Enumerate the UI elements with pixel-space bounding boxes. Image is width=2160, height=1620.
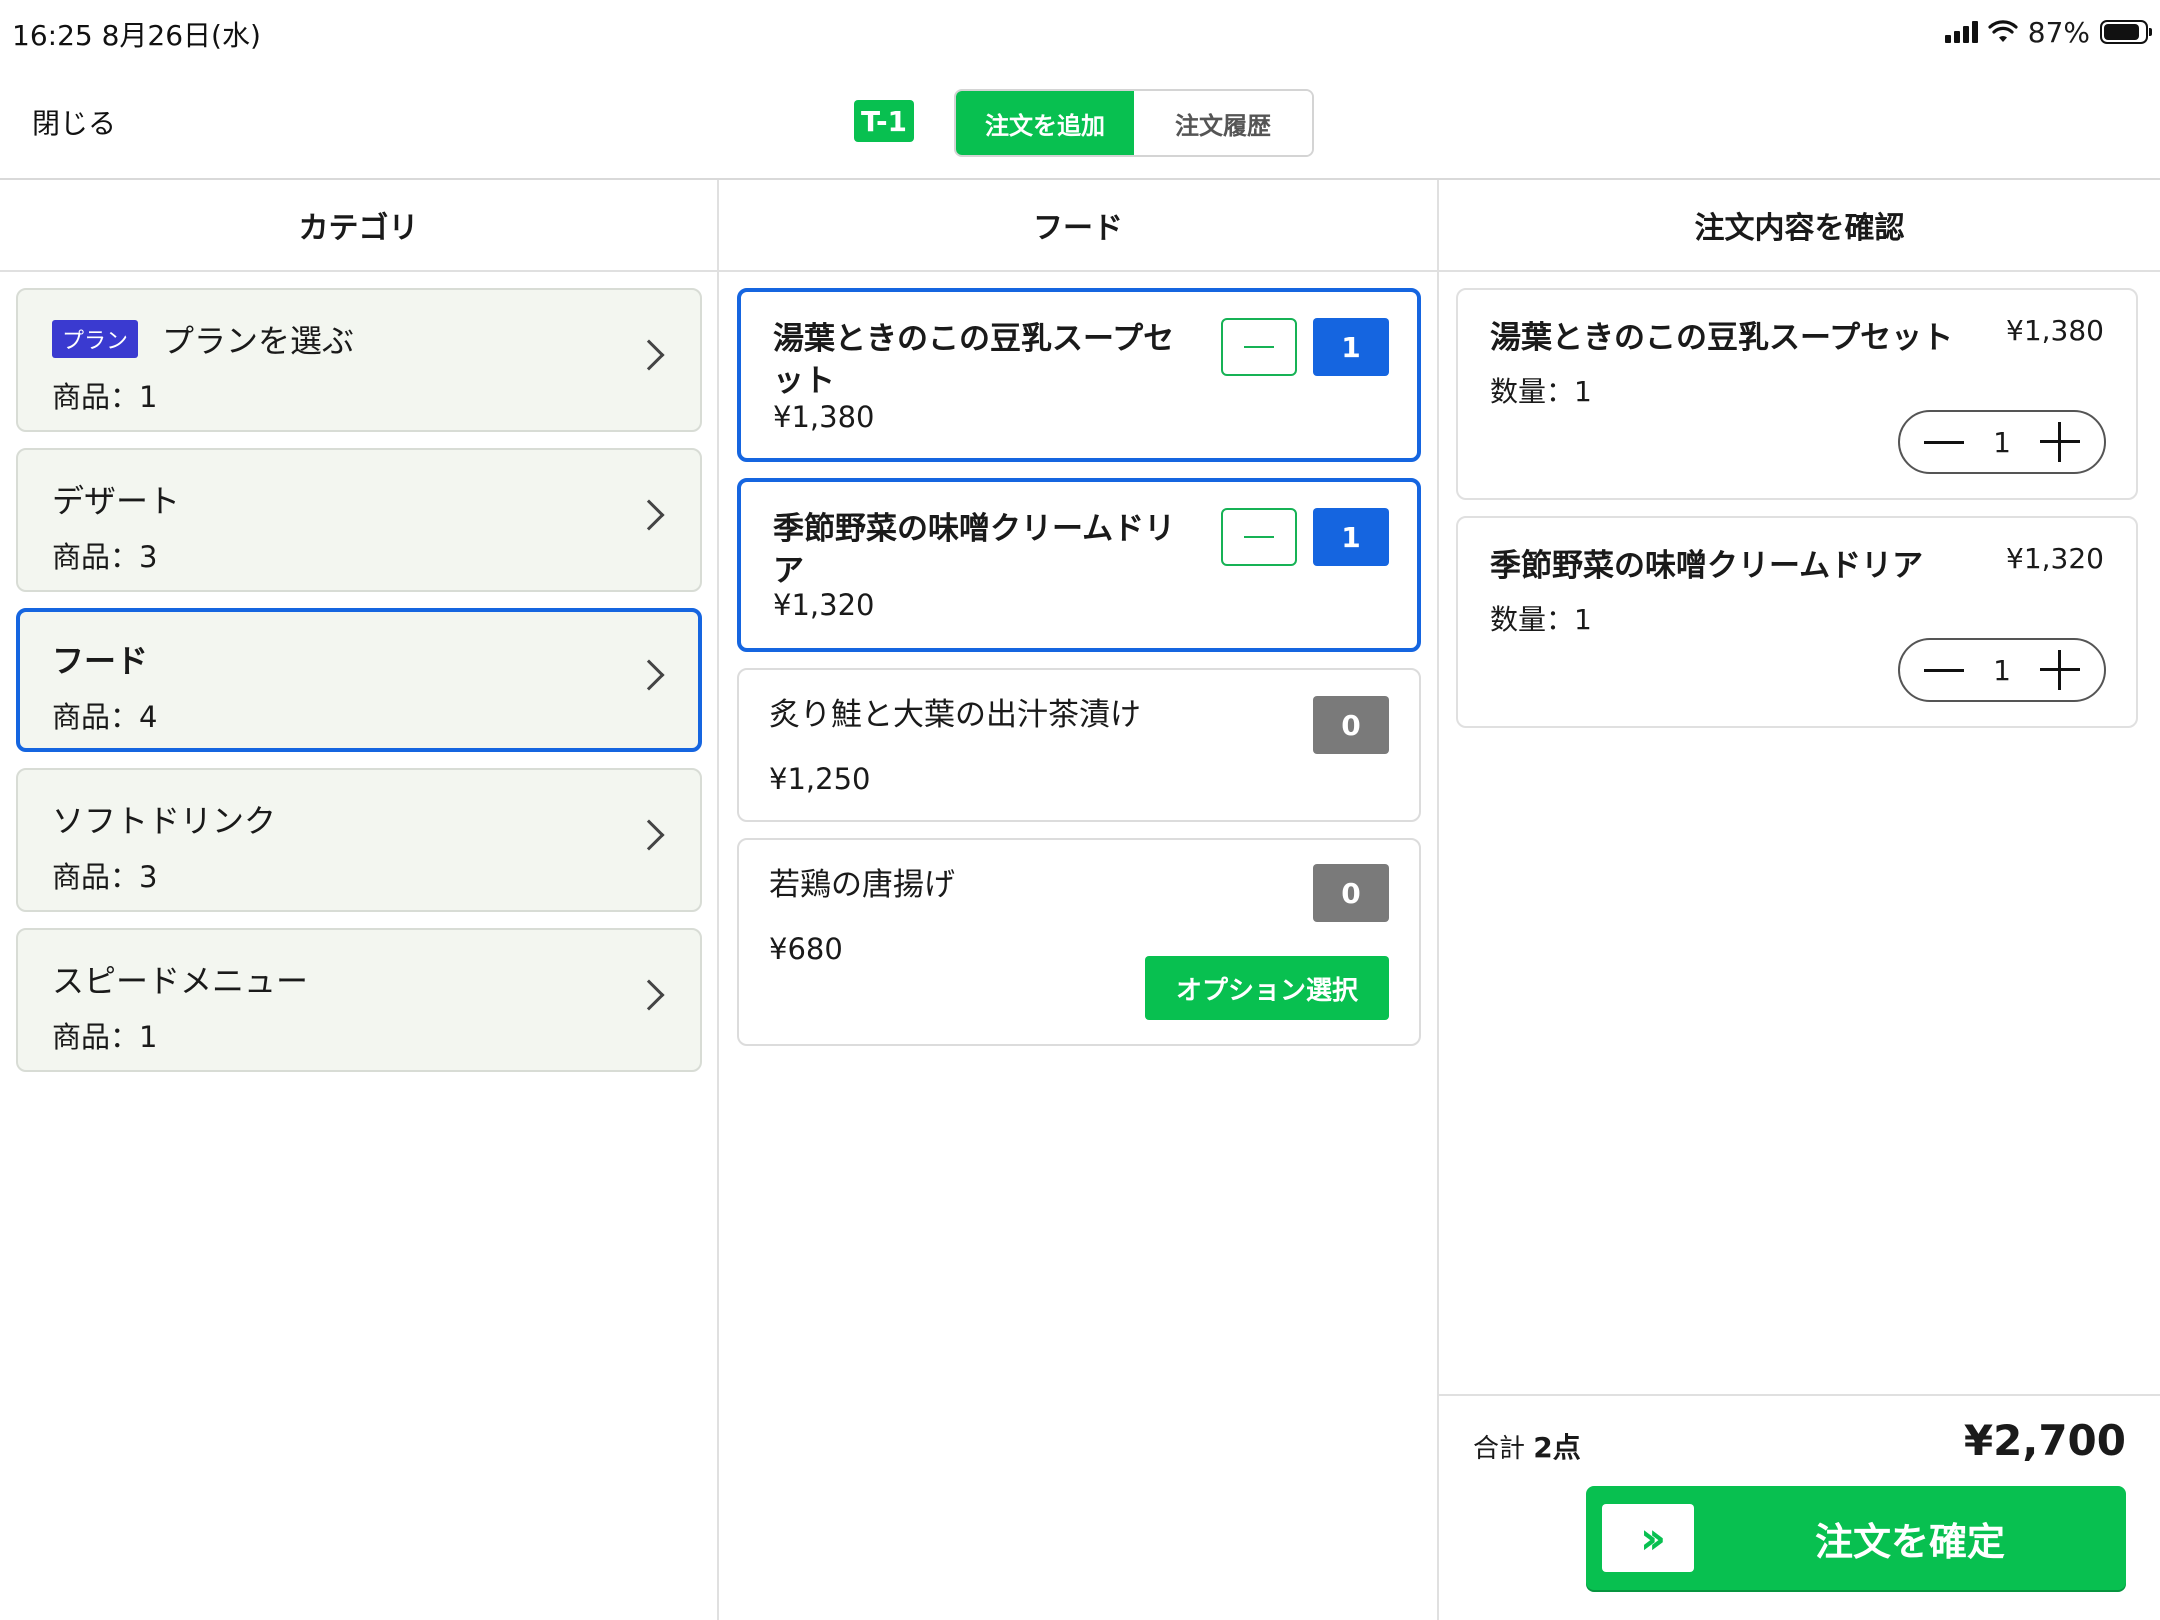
- category-name: スピードメニュー: [52, 962, 309, 1000]
- stepper-value: 1: [1993, 653, 2011, 687]
- category-count: 商品：4: [52, 700, 158, 734]
- order-item-qty-label: 数量：1: [1490, 603, 1592, 636]
- category-item-soft-drink[interactable]: ソフトドリンク 商品：3: [16, 768, 702, 912]
- chevron-right-icon: [633, 979, 665, 1011]
- total-label-text: 合計: [1473, 1434, 1526, 1464]
- product-name: 若鶏の唐揚げ: [769, 867, 955, 903]
- category-count: 商品：3: [52, 860, 158, 894]
- product-card[interactable]: 季節野菜の味噌クリームドリア ¥1,320 1: [737, 478, 1421, 652]
- quantity-stepper: 1: [1898, 638, 2106, 702]
- order-item-price: ¥1,320: [2006, 542, 2104, 575]
- option-select-button[interactable]: オプション選択: [1145, 956, 1389, 1020]
- product-card[interactable]: 若鶏の唐揚げ ¥680 0 オプション選択: [737, 838, 1421, 1046]
- category-item-food[interactable]: フード 商品：4: [16, 608, 702, 752]
- confirm-order-label: 注文を確定: [1814, 1519, 2005, 1564]
- order-item-name: 季節野菜の味噌クリームドリア: [1490, 548, 1924, 584]
- order-footer: 合計 2点 ¥2,700 ›› 注文を確定: [1439, 1394, 2160, 1620]
- decrement-button[interactable]: [1221, 318, 1297, 376]
- table-number-badge: T-1: [854, 100, 914, 142]
- product-card[interactable]: 湯葉ときのこの豆乳スープセット ¥1,380 1: [737, 288, 1421, 462]
- order-column-title: 注文内容を確認: [1439, 180, 2160, 272]
- category-column: カテゴリ プラン プランを選ぶ 商品：1 デザート 商品：3 フード 商品：4 …: [0, 180, 719, 1620]
- mode-segmented-control: 注文を追加 注文履歴: [954, 89, 1314, 157]
- battery-level: [2104, 24, 2139, 40]
- stepper-value: 1: [1993, 425, 2011, 459]
- double-chevron-right-icon: ››: [1602, 1504, 1694, 1572]
- quantity-badge[interactable]: 1: [1313, 508, 1389, 566]
- status-time-date: 16:25 8月26日(水): [12, 19, 261, 52]
- minus-icon: [1244, 346, 1274, 348]
- plan-badge: プラン: [52, 320, 139, 358]
- product-price: ¥1,380: [773, 400, 875, 434]
- order-item-price: ¥1,380: [2006, 314, 2104, 347]
- quantity-badge[interactable]: 1: [1313, 318, 1389, 376]
- category-name: ソフトドリンク: [52, 802, 277, 840]
- order-item-qty-label: 数量：1: [1490, 375, 1592, 408]
- wifi-icon: [1988, 20, 2018, 42]
- product-price: ¥1,250: [769, 762, 871, 796]
- category-column-title: カテゴリ: [0, 180, 717, 272]
- category-item-dessert[interactable]: デザート 商品：3: [16, 448, 702, 592]
- tab-add-order[interactable]: 注文を追加: [956, 91, 1134, 155]
- plus-icon[interactable]: [2039, 422, 2080, 462]
- category-name: フード: [52, 642, 149, 680]
- product-price: ¥1,320: [773, 588, 875, 622]
- tab-order-history[interactable]: 注文履歴: [1134, 91, 1312, 155]
- chevron-right-icon: [633, 339, 665, 371]
- cellular-signal-icon: [1944, 21, 1978, 43]
- category-item-speed-menu[interactable]: スピードメニュー 商品：1: [16, 928, 702, 1072]
- quantity-badge[interactable]: 0: [1313, 864, 1389, 922]
- status-bar: 16:25 8月26日(水) 87%: [0, 0, 2160, 64]
- category-item-plan[interactable]: プラン プランを選ぶ 商品：1: [16, 288, 702, 432]
- category-name: プランを選ぶ: [162, 322, 355, 360]
- total-amount: ¥2,700: [1963, 1416, 2126, 1465]
- category-name: デザート: [52, 482, 181, 520]
- category-count: 商品：1: [52, 380, 158, 414]
- minus-icon[interactable]: [1924, 668, 1964, 672]
- quantity-badge[interactable]: 0: [1313, 696, 1389, 754]
- chevron-right-icon: [633, 659, 665, 691]
- product-name: 季節野菜の味噌クリームドリア: [773, 511, 1176, 589]
- category-count: 商品：1: [52, 1020, 158, 1054]
- decrement-button[interactable]: [1221, 508, 1297, 566]
- chevron-right-icon: [633, 819, 665, 851]
- minus-icon[interactable]: [1924, 440, 1964, 444]
- product-price: ¥680: [769, 932, 843, 966]
- order-item-name: 湯葉ときのこの豆乳スープセット: [1490, 320, 1954, 356]
- product-column-title: フード: [719, 180, 1437, 272]
- plus-icon[interactable]: [2039, 650, 2080, 690]
- product-column: フード 湯葉ときのこの豆乳スープセット ¥1,380 1 季節野菜の味噌クリーム…: [719, 180, 1439, 1620]
- minus-icon: [1244, 536, 1274, 538]
- total-label: 合計 2点: [1473, 1426, 1581, 1466]
- close-button[interactable]: 閉じる: [32, 102, 116, 142]
- battery-percent: 87%: [2027, 15, 2090, 49]
- total-count: 2点: [1533, 1431, 1581, 1464]
- quantity-stepper: 1: [1898, 410, 2106, 474]
- product-name: 湯葉ときのこの豆乳スープセット: [773, 321, 1175, 399]
- battery-icon: [2100, 20, 2152, 44]
- order-column: 注文内容を確認 湯葉ときのこの豆乳スープセット ¥1,380 数量：1 1 季節…: [1439, 180, 2160, 1620]
- category-count: 商品：3: [52, 540, 158, 574]
- confirm-order-button[interactable]: ›› 注文を確定: [1586, 1486, 2126, 1590]
- order-item: 湯葉ときのこの豆乳スープセット ¥1,380 数量：1 1: [1456, 288, 2138, 500]
- top-bar: 閉じる T-1 注文を追加 注文履歴: [0, 64, 2160, 180]
- order-item: 季節野菜の味噌クリームドリア ¥1,320 数量：1 1: [1456, 516, 2138, 728]
- chevron-right-icon: [633, 499, 665, 531]
- product-card[interactable]: 炙り鮭と大葉の出汁茶漬け ¥1,250 0: [737, 668, 1421, 822]
- product-name: 炙り鮭と大葉の出汁茶漬け: [769, 697, 1141, 733]
